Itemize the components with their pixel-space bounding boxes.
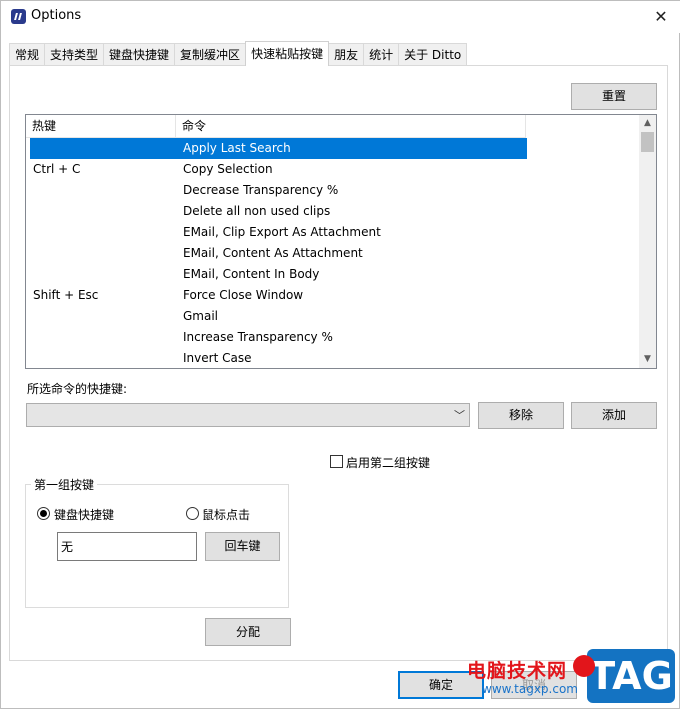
row-command: EMail, Content As Attachment [183,246,363,260]
list-header: 热键 命令 [26,115,526,138]
row-command: EMail, Content In Body [183,267,320,281]
hotkey-input[interactable]: 无 [57,532,197,561]
tag-logo: TAG [573,649,675,703]
list-row[interactable]: Delete all non used clips [26,201,638,222]
assign-button[interactable]: 分配 [205,618,291,646]
scroll-down-arrow-icon[interactable]: ▼ [639,351,656,368]
row-command: Force Close Window [183,288,304,302]
list-row[interactable]: EMail, Content As Attachment [26,243,638,264]
shortcut-label: 所选命令的快捷键: [27,382,128,396]
row-command: Decrease Transparency % [183,183,339,197]
tab-stats[interactable]: 统计 [363,43,400,66]
list-rows: Apply Last Search Ctrl + C Copy Selectio… [26,138,638,368]
row-hotkey: Ctrl + C [33,162,81,176]
row-command: Apply Last Search [183,141,291,155]
scrollbar-thumb[interactable] [641,132,654,152]
list-row[interactable]: Invert Case [26,348,638,368]
remove-button[interactable]: 移除 [478,402,564,429]
title-bar[interactable]: Options ✕ [1,1,680,33]
window-title: Options [31,8,82,23]
tab-friends[interactable]: 朋友 [328,43,365,66]
shortcut-combobox[interactable]: ﹀ [26,403,470,427]
keyboard-shortcut-radio-label[interactable]: 键盘快捷键 [54,506,114,523]
tab-copy-buffers[interactable]: 复制缓冲区 [174,43,247,66]
reset-button[interactable]: 重置 [571,83,657,110]
list-row[interactable]: Shift + Esc Force Close Window [26,285,638,306]
tab-bar: 常规 支持类型 键盘快捷键 复制缓冲区 快速粘贴按键 朋友 统计 关于 Ditt… [9,41,468,66]
watermark-url: www.tagxp.com [482,682,578,696]
row-command: Increase Transparency % [183,330,333,344]
row-hotkey: Shift + Esc [33,288,99,302]
keyboard-shortcut-radio[interactable] [37,507,50,520]
watermark-site-name: 电脑技术网 [467,660,568,682]
list-row[interactable]: Gmail [26,306,638,327]
scroll-up-arrow-icon[interactable]: ▲ [639,115,656,132]
list-row-selected[interactable]: Apply Last Search [26,138,638,159]
column-header-command[interactable]: 命令 [176,115,526,137]
tab-quick-paste-keys[interactable]: 快速粘贴按键 [245,41,330,66]
tab-keyboard-shortcuts[interactable]: 键盘快捷键 [103,43,176,66]
options-window: Options ✕ 常规 支持类型 键盘快捷键 复制缓冲区 快速粘贴按键 朋友 … [0,0,680,709]
row-command: EMail, Clip Export As Attachment [183,225,381,239]
enter-key-button[interactable]: 回车键 [205,532,280,561]
first-group-title: 第一组按键 [31,476,98,493]
row-command: Invert Case [183,351,252,365]
list-row[interactable]: EMail, Content In Body [26,264,638,285]
column-header-hotkey[interactable]: 热键 [26,115,176,137]
list-row[interactable]: Increase Transparency % [26,327,638,348]
list-row[interactable]: EMail, Clip Export As Attachment [26,222,638,243]
mouse-click-radio[interactable] [186,507,199,520]
enable-second-group-label[interactable]: 启用第二组按键 [346,454,430,471]
row-command: Gmail [183,309,219,323]
mouse-click-radio-label[interactable]: 鼠标点击 [202,506,250,523]
enable-second-group-checkbox[interactable] [330,455,343,468]
tab-supported-types[interactable]: 支持类型 [44,43,105,66]
row-command: Delete all non used clips [183,204,331,218]
add-button[interactable]: 添加 [571,402,657,429]
list-row[interactable]: Decrease Transparency % [26,180,638,201]
tab-about-ditto[interactable]: 关于 Ditto [398,43,468,66]
row-command: Copy Selection [183,162,273,176]
vertical-scrollbar[interactable]: ▲ ▼ [639,115,656,368]
close-button[interactable]: ✕ [651,7,671,27]
list-row[interactable]: Ctrl + C Copy Selection [26,159,638,180]
tab-general[interactable]: 常规 [9,43,46,66]
chevron-down-icon[interactable]: ﹀ [454,407,465,423]
hotkey-command-list[interactable]: 热键 命令 Apply Last Search Ctrl + C Copy Se… [25,114,657,369]
ditto-app-icon [11,9,26,24]
